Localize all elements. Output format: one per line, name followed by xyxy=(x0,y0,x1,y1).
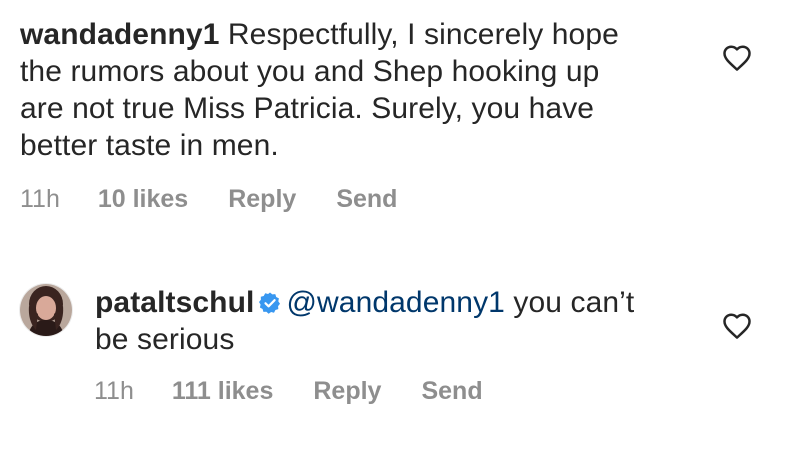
comment-likes[interactable]: 111 likes xyxy=(172,377,274,406)
avatar[interactable] xyxy=(20,284,72,336)
reply-button[interactable]: Reply xyxy=(228,185,296,214)
avatar-image xyxy=(20,284,72,336)
mention-link[interactable]: @wandadenny1 xyxy=(286,286,504,319)
comment: pataltschul @wandadenny1 you can’t be se… xyxy=(0,280,800,449)
comment-username[interactable]: wandadenny1 xyxy=(20,18,219,51)
comment-username[interactable]: pataltschul xyxy=(95,286,254,319)
comment-meta: 11h 10 likes Reply Send xyxy=(20,185,397,214)
comment-time: 11h xyxy=(20,185,60,213)
reply-button[interactable]: Reply xyxy=(313,377,381,406)
send-button[interactable]: Send xyxy=(336,185,397,214)
comment: wandadenny1 Respectfully, I sincerely ho… xyxy=(0,0,800,230)
comment-text-block: wandadenny1 Respectfully, I sincerely ho… xyxy=(20,16,640,164)
comment-likes[interactable]: 10 likes xyxy=(98,185,188,214)
verified-badge-icon xyxy=(259,292,281,314)
comment-meta: 11h 111 likes Reply Send xyxy=(94,377,483,406)
heart-icon[interactable] xyxy=(722,312,752,340)
heart-icon[interactable] xyxy=(722,44,752,72)
comment-time: 11h xyxy=(94,377,134,405)
comment-text-block: pataltschul @wandadenny1 you can’t be se… xyxy=(95,284,655,358)
send-button[interactable]: Send xyxy=(421,377,482,406)
